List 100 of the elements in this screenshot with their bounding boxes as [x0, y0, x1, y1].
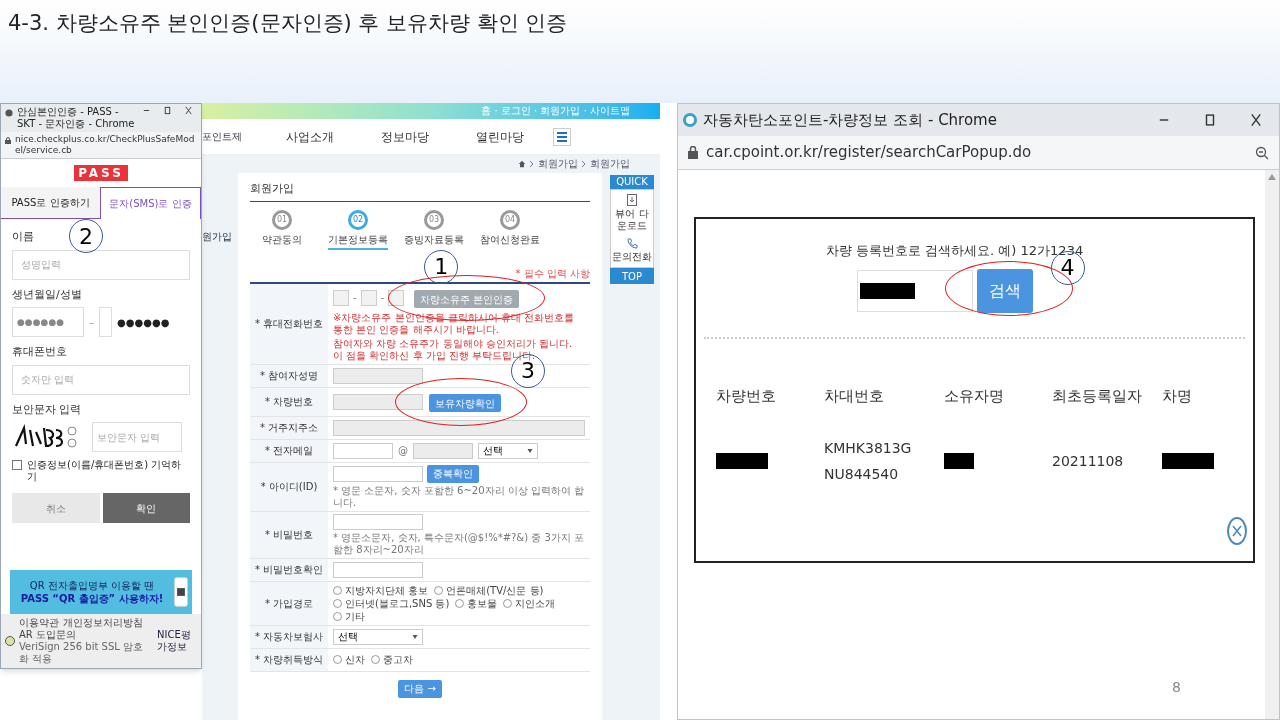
caret-icon — [527, 448, 533, 453]
quick-label: 뷰어 다운로드 — [614, 208, 650, 232]
field-label: * 가입경로 — [264, 596, 314, 611]
step-label: 기본정보등록 — [328, 232, 388, 250]
phone-field[interactable] — [333, 289, 349, 306]
radio-button[interactable] — [455, 598, 465, 608]
radio-button[interactable] — [333, 598, 342, 608]
dropdown[interactable]: 선택 — [333, 628, 423, 645]
footer-link[interactable]: 이용약관 — [19, 617, 59, 629]
column-header: 차대번호 — [824, 385, 885, 407]
map-pin-icon: 03 — [424, 209, 444, 230]
radio-button[interactable] — [371, 655, 380, 664]
maximize-icon[interactable] — [163, 106, 172, 115]
footer-link[interactable]: 개인정보처리방침 — [63, 617, 143, 629]
radio-button[interactable] — [333, 585, 342, 595]
quick-title: QUICK — [610, 175, 654, 189]
required-note: * 필수 입력 사항 — [515, 267, 590, 280]
table-cell-text: 20211108 — [1052, 452, 1125, 471]
field-label: 보안문자 입력 — [12, 401, 82, 418]
readonly-field[interactable] — [333, 419, 585, 436]
input-field[interactable] — [333, 561, 423, 578]
maximize-icon[interactable] — [1203, 113, 1217, 127]
lock-icon — [5, 137, 11, 144]
quick-label: 문의전화 — [611, 251, 653, 263]
map-pin-icon: 04 — [500, 209, 520, 230]
search-field[interactable] — [856, 269, 973, 312]
close-icon[interactable] — [1249, 113, 1263, 127]
quick-link[interactable]: 문의전화 — [611, 238, 653, 263]
dash-text: - — [380, 291, 385, 305]
column-header: 차명 — [1162, 385, 1193, 407]
readonly-field[interactable] — [413, 442, 473, 459]
map-pin-icon: 01 — [272, 209, 292, 230]
tab[interactable]: PASS로 인증하기 — [1, 187, 100, 219]
input-field[interactable] — [333, 513, 423, 530]
dropdown[interactable]: 선택 — [478, 442, 538, 459]
warning-text: 참여자와 차량 소유주가 동일해야 승인처리가 됩니다. 이 점을 확인하신 후 가입 진행 부탁드립니다. — [333, 337, 574, 361]
captcha-field[interactable]: 보안문자 입력 — [92, 422, 182, 452]
at-sign: @ — [398, 444, 408, 458]
top-links: 홈 · 로그인 · 회원가입 · 사이트맵 — [481, 105, 630, 117]
radio-button[interactable] — [503, 598, 513, 608]
field-label: * 차량취득방식 — [254, 653, 324, 667]
footer-link[interactable]: AR 도입문의 — [19, 629, 76, 641]
field-label: * 비밀번호확인 — [254, 563, 324, 577]
input-field[interactable] — [333, 465, 423, 482]
birthdate-field[interactable]: ●●●●●● — [12, 307, 84, 337]
nav-link[interactable]: 사업소개 — [262, 127, 357, 146]
pass-logo: PASS — [74, 165, 128, 181]
map-pin-icon: 02 — [348, 209, 368, 230]
caret-icon — [412, 634, 418, 639]
checkbox[interactable] — [12, 460, 22, 470]
input-field[interactable]: 숫자만 입력 — [12, 364, 190, 395]
radio-button[interactable] — [333, 655, 342, 664]
radio-label: 인터넷(블로그,SNS 등) — [345, 596, 450, 610]
phone-field[interactable] — [388, 289, 405, 306]
scroll-up-icon[interactable] — [1268, 174, 1276, 180]
cancel-button[interactable]: 취소 — [12, 493, 100, 523]
field-label: 휴대폰번호 — [12, 344, 67, 360]
field-label: * 참여자성명 — [259, 369, 319, 383]
breadcrumb-link[interactable]: 회원가입 — [538, 158, 578, 170]
dash-text: – — [89, 315, 94, 330]
url-text: nice.checkplus.co.kr/CheckPlusSafeModel/service.cb — [15, 134, 196, 156]
ssl-text: VeriSign 256 bit SSL 암호화 적용 — [19, 641, 145, 665]
hint-text: * 영문 소문자, 숫자 포함한 6~20자리 이상 입력하여 합니다. — [333, 484, 585, 509]
field-label: * 차량번호 — [264, 395, 314, 409]
confirm-button[interactable]: 확인 — [102, 493, 190, 523]
slide-title: 4-3. 차량소유주 본인인증(문자인증) 후 보유차량 확인 인증 — [8, 11, 568, 35]
nav-link[interactable]: 포인트제 — [202, 129, 262, 144]
step-label: 약관동의 — [262, 232, 302, 247]
gender-field[interactable] — [99, 307, 112, 337]
radio-button[interactable] — [333, 611, 342, 621]
breadcrumb-link[interactable]: 회원가입 — [590, 158, 630, 170]
masked-digits: ●●●●●● — [117, 315, 170, 330]
field-label: * 거주지주소 — [259, 421, 319, 435]
field-label: * 휴대전화번호 — [254, 317, 324, 331]
close-icon[interactable] — [184, 106, 193, 115]
checkbox-label: 인증정보(이름/휴대폰번호) 기억하기 — [27, 459, 183, 483]
radio-label: 신차 — [345, 653, 365, 666]
quick-link[interactable]: 뷰어 다운로드 — [611, 194, 653, 232]
input-field[interactable]: 성명입력 — [12, 249, 190, 280]
window-title: 안심본인인증 - PASS - SKT - 문자인증 - Chrome — [17, 106, 136, 130]
menu-icon[interactable] — [553, 127, 571, 146]
readonly-field[interactable] — [333, 367, 423, 384]
field-label: * 아이디(ID) — [260, 480, 318, 494]
nav-link[interactable]: 열린마당 — [452, 127, 547, 146]
phone-field[interactable] — [360, 289, 377, 306]
page-number: 8 — [1172, 678, 1181, 697]
zoom-out-icon[interactable] — [1255, 145, 1269, 160]
step-label: 증빙자료등록 — [404, 232, 464, 247]
input-field[interactable] — [333, 442, 393, 459]
radio-button[interactable] — [434, 585, 444, 595]
tab[interactable]: 문자(SMS)로 인증 — [100, 187, 201, 219]
readonly-field[interactable] — [333, 393, 423, 410]
field-label: * 자동차보험사 — [254, 630, 324, 644]
banner-headline: PASS “QR 출입증” 사용하자! — [20, 591, 164, 606]
table-cell-text: KMHK3813GNU844540 — [824, 439, 913, 484]
radio-label: 기타 — [345, 609, 365, 623]
top-button[interactable]: TOP — [610, 268, 654, 284]
radio-label: 지방자치단체 홍보 — [345, 583, 429, 597]
nav-link[interactable]: 정보마당 — [357, 127, 452, 146]
download-icon — [627, 194, 637, 206]
